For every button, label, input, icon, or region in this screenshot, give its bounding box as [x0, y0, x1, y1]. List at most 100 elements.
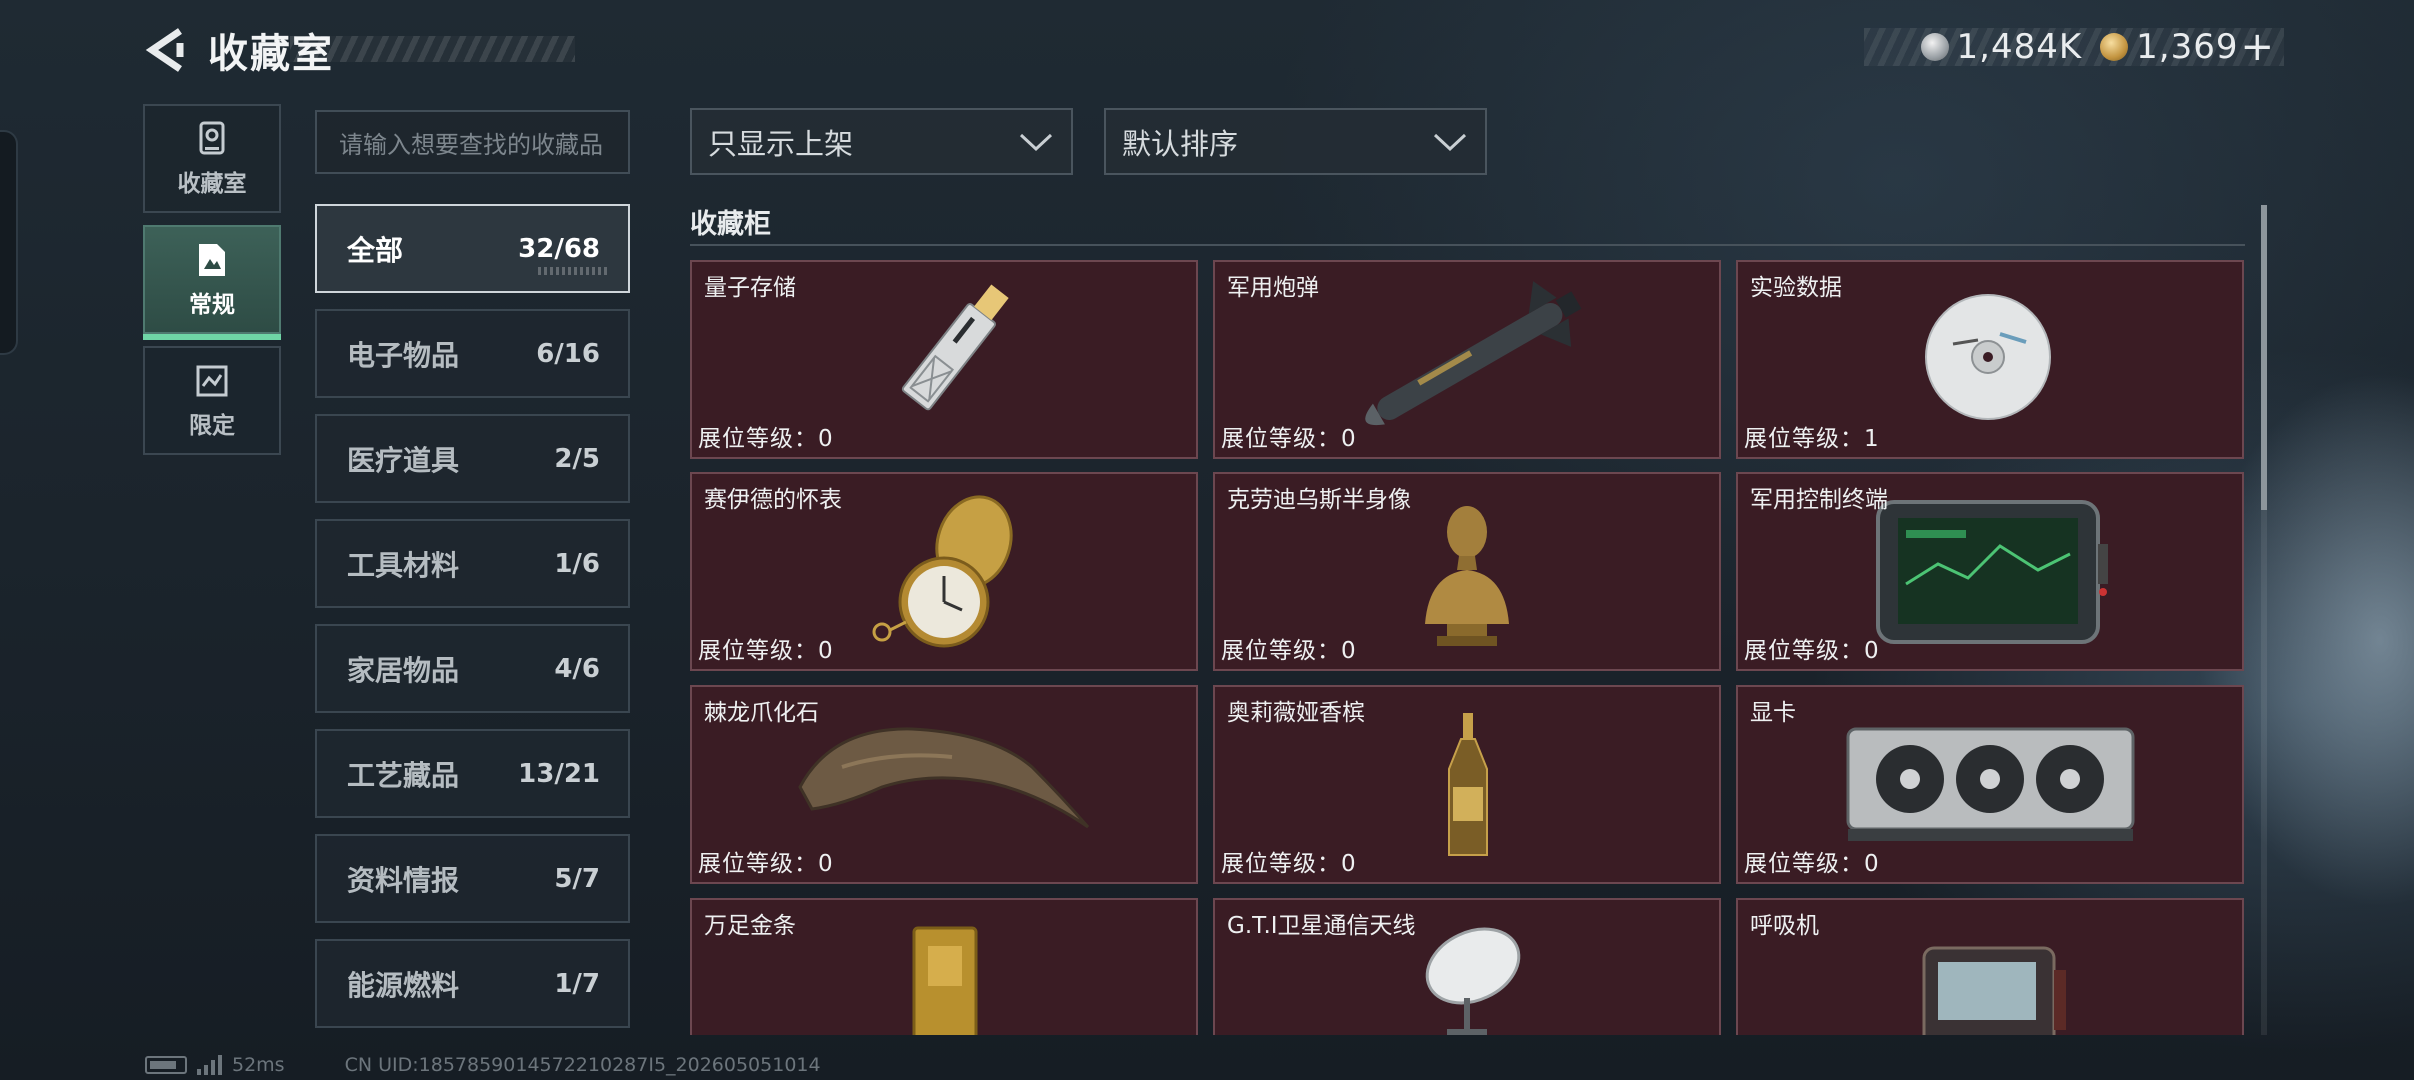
- level-value: 0: [1341, 638, 1357, 664]
- category-intel[interactable]: 资料情报 5/7: [315, 834, 630, 923]
- collectible-card[interactable]: 军用炮弹 展位等级：0: [1213, 260, 1721, 459]
- back-arrow-icon: [145, 28, 184, 72]
- category-count: 1/6: [554, 548, 600, 579]
- category-crafts[interactable]: 工艺藏品 13/21: [315, 729, 630, 818]
- title-stripe-decoration: [290, 36, 575, 62]
- back-button[interactable]: [140, 22, 190, 78]
- ping-text: 52ms: [232, 1054, 285, 1076]
- search-input[interactable]: 请输入想要查找的收藏品: [315, 110, 630, 174]
- collectible-card[interactable]: 呼吸机: [1736, 898, 2244, 1035]
- display-level: 展位等级：0: [1744, 631, 1880, 665]
- category-energy[interactable]: 能源燃料 1/7: [315, 939, 630, 1028]
- edge-handle[interactable]: [0, 130, 18, 355]
- collectible-name: 军用炮弹: [1227, 275, 1319, 301]
- dropdown-value: 只显示上架: [708, 126, 854, 161]
- collectible-name: 赛伊德的怀表: [704, 487, 842, 513]
- category-count: 13/21: [518, 758, 600, 789]
- level-value: 0: [1341, 851, 1357, 877]
- category-all[interactable]: 全部 32/68: [315, 204, 630, 293]
- category-count: 5/7: [554, 863, 600, 894]
- collectible-name: 实验数据: [1750, 275, 1842, 301]
- display-level: 展位等级：0: [698, 844, 834, 878]
- collectible-name: G.T.I卫星通信天线: [1227, 913, 1416, 939]
- collectible-name: 显卡: [1750, 700, 1796, 726]
- limited-icon: [193, 362, 231, 400]
- add-currency-button[interactable]: +: [2240, 24, 2274, 70]
- scrollbar-thumb[interactable]: [2261, 205, 2267, 510]
- dropdown-value: 默认排序: [1122, 126, 1239, 161]
- collectible-card[interactable]: 军用控制终端 展位等级：0: [1736, 472, 2244, 671]
- collectible-card[interactable]: G.T.I卫星通信天线: [1213, 898, 1721, 1035]
- collectible-name: 棘龙爪化石: [704, 700, 819, 726]
- currency-bar: 1,484K 1,369 +: [1864, 24, 2284, 70]
- level-value: 0: [818, 638, 834, 664]
- level-label: 展位等级：: [1221, 851, 1341, 877]
- category-name: 能源燃料: [347, 968, 460, 1002]
- collectible-name: 呼吸机: [1750, 913, 1819, 939]
- level-value: 0: [818, 426, 834, 452]
- collectible-card[interactable]: 显卡 展位等级：0: [1736, 685, 2244, 884]
- level-label: 展位等级：: [698, 426, 818, 452]
- side-tab-limited[interactable]: 限定: [143, 346, 281, 455]
- display-level: 展位等级：0: [698, 631, 834, 665]
- category-medical[interactable]: 医疗道具 2/5: [315, 414, 630, 503]
- category-count: 6/16: [536, 338, 600, 369]
- silver-currency-value: 1,484K: [1956, 27, 2083, 67]
- trophy-icon: [193, 120, 231, 158]
- collectible-name: 万足金条: [704, 913, 796, 939]
- display-level: 展位等级：0: [1221, 844, 1357, 878]
- silver-currency[interactable]: 1,484K: [1920, 27, 2083, 67]
- level-value: 0: [1341, 426, 1357, 452]
- side-tab-label: 收藏室: [177, 170, 247, 197]
- category-name: 资料情报: [347, 863, 460, 897]
- collectible-card[interactable]: 量子存储 展位等级：0: [690, 260, 1198, 459]
- level-label: 展位等级：: [1744, 638, 1864, 664]
- divider: [690, 244, 2245, 246]
- category-household[interactable]: 家居物品 4/6: [315, 624, 630, 713]
- collectible-name: 军用控制终端: [1750, 487, 1888, 513]
- display-filter-dropdown[interactable]: 只显示上架: [690, 108, 1073, 175]
- display-level: 展位等级：1: [1744, 419, 1880, 453]
- level-label: 展位等级：: [698, 851, 818, 877]
- level-value: 0: [1864, 851, 1880, 877]
- level-label: 展位等级：: [1221, 426, 1341, 452]
- category-name: 电子物品: [347, 338, 460, 372]
- category-electronics[interactable]: 电子物品 6/16: [315, 309, 630, 398]
- signal-icon: [197, 1055, 222, 1075]
- display-level: 展位等级：0: [1221, 419, 1357, 453]
- collectible-name: 奥莉薇娅香槟: [1227, 700, 1365, 726]
- display-level: 展位等级：0: [698, 419, 834, 453]
- chevron-down-icon: [1019, 133, 1053, 151]
- collectible-card[interactable]: 奥莉薇娅香槟 展位等级：0: [1213, 685, 1721, 884]
- side-tab-label: 常规: [189, 291, 235, 318]
- level-label: 展位等级：: [1744, 426, 1864, 452]
- silver-coin-icon: [1920, 33, 1949, 61]
- collectible-name: 量子存储: [704, 275, 796, 301]
- category-name: 家居物品: [347, 653, 460, 687]
- status-footer: 52ms CN UID:1857859014572210287I5_202605…: [145, 1053, 821, 1077]
- level-value: 1: [1864, 426, 1880, 452]
- collectible-card[interactable]: 赛伊德的怀表 展位等级：0: [690, 472, 1198, 671]
- level-label: 展位等级：: [1221, 638, 1341, 664]
- cabinet-title: 收藏柜: [690, 209, 771, 240]
- collectible-card[interactable]: 棘龙爪化石 展位等级：0: [690, 685, 1198, 884]
- display-level: 展位等级：0: [1221, 631, 1357, 665]
- display-level: 展位等级：0: [1744, 844, 1880, 878]
- category-name: 医疗道具: [347, 443, 460, 477]
- category-name: 全部: [347, 233, 404, 267]
- collectible-card[interactable]: 克劳迪乌斯半身像 展位等级：0: [1213, 472, 1721, 671]
- side-tab-collection-room[interactable]: 收藏室: [143, 104, 281, 213]
- gold-currency-value: 1,369: [2136, 27, 2239, 67]
- category-name: 工艺藏品: [347, 758, 460, 792]
- uid-text: CN UID:1857859014572210287I5_20260505101…: [344, 1054, 821, 1076]
- document-icon: [193, 241, 231, 279]
- category-count: 1/7: [554, 968, 600, 999]
- category-tools[interactable]: 工具材料 1/6: [315, 519, 630, 608]
- collectible-card[interactable]: 实验数据 展位等级：1: [1736, 260, 2244, 459]
- gold-currency[interactable]: 1,369 +: [2100, 24, 2274, 70]
- category-count: 2/5: [554, 443, 600, 474]
- side-tab-regular[interactable]: 常规: [143, 225, 281, 340]
- collectible-card[interactable]: 万足金条: [690, 898, 1198, 1035]
- sort-dropdown[interactable]: 默认排序: [1104, 108, 1487, 175]
- category-count: 4/6: [554, 653, 600, 684]
